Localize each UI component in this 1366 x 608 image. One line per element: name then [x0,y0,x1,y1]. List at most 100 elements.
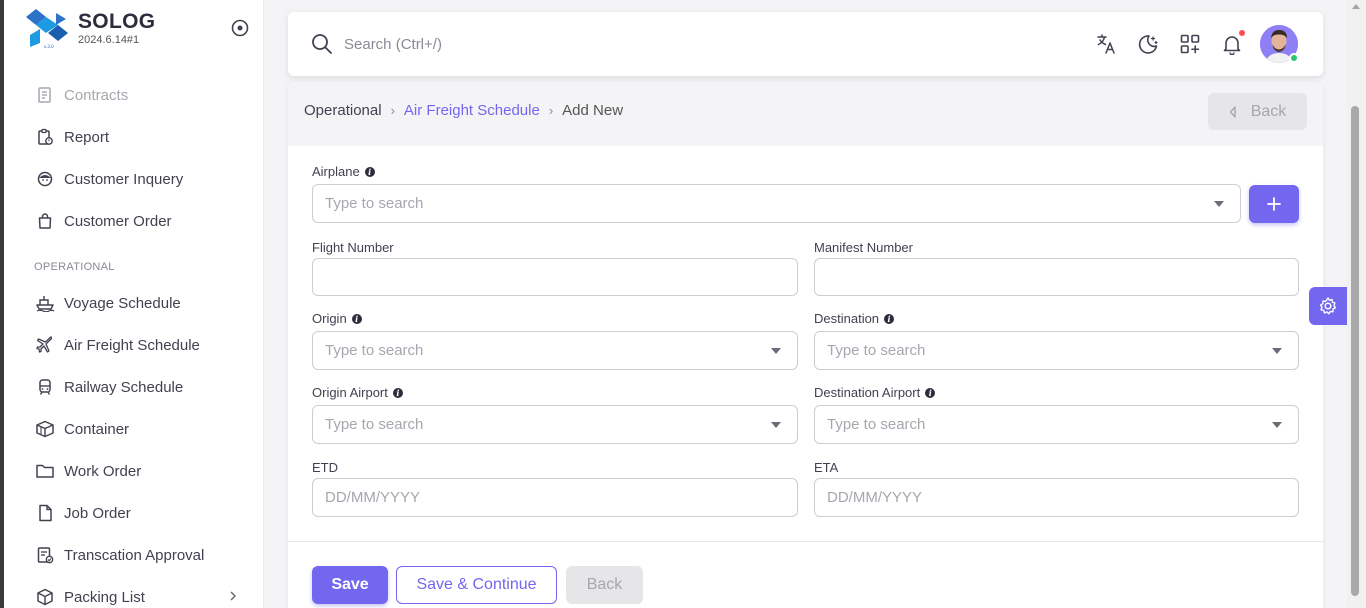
breadcrumb-separator: › [390,103,395,118]
search-icon[interactable] [310,32,334,56]
plus-icon [1267,197,1281,211]
breadcrumb-air-freight-schedule[interactable]: Air Freight Schedule [404,102,540,119]
ship-icon [34,292,56,314]
sidebar-item-label: Job Order [64,504,131,522]
airplane-placeholder: Type to search [325,195,424,212]
sidebar-item-customer-inquery[interactable]: Customer Inquery [34,165,244,193]
contract-icon [34,84,56,106]
sidebar-item-work-order[interactable]: Work Order [34,457,244,485]
notification-badge [1238,29,1246,37]
sidebar-item-label: Packing List [64,588,145,606]
apps-grid-icon[interactable] [1178,32,1202,56]
top-navbar [288,12,1323,76]
save-and-continue-button[interactable]: Save & Continue [396,566,557,604]
flight-number-input[interactable] [312,258,798,296]
gear-icon [1319,297,1337,315]
approval-icon [34,544,56,566]
destination-select[interactable]: Type to search [814,331,1299,370]
sidebar-item-contracts[interactable]: Contracts [34,81,244,109]
origin-airport-placeholder: Type to search [325,416,424,433]
breadcrumb-operational: Operational [304,102,382,119]
sidebar-item-job-order[interactable]: Job Order [34,499,244,527]
destination-airport-placeholder: Type to search [827,416,926,433]
sidebar-item-label: Railway Schedule [64,378,184,396]
eta-date-input[interactable] [814,478,1299,517]
destination-placeholder: Type to search [827,342,926,359]
chevron-right-icon [230,591,237,601]
eta-label: ETA [814,460,839,475]
info-icon[interactable]: i [364,166,375,177]
destination-label: Destination i [814,311,895,326]
sidebar-item-label: Report [64,128,110,146]
package-icon [34,586,56,608]
sidebar-item-transcation-approval[interactable]: Transcation Approval [34,541,244,569]
sidebar-item-air-freight-schedule[interactable]: Air Freight Schedule [34,331,244,359]
form-card: Operational › Air Freight Schedule › Add… [288,82,1323,608]
origin-airport-select[interactable]: Type to search [312,405,798,444]
moon-icon[interactable] [1136,32,1160,56]
caret-down-icon [771,347,781,354]
bell-icon[interactable] [1220,29,1246,56]
destination-label-text: Destination [814,311,880,326]
sidebar-item-container[interactable]: Container [34,415,244,443]
sidebar-item-label: Contracts [64,86,129,104]
train-icon [34,376,56,398]
sidebar-item-voyage-schedule[interactable]: Voyage Schedule [34,289,244,317]
save-button[interactable]: Save [312,566,388,604]
caret-down-icon [1214,200,1224,207]
brand-name: SOLOG [78,10,156,33]
scrollbar-thumb[interactable] [1351,106,1359,596]
destination-airport-select[interactable]: Type to search [814,405,1299,444]
svg-text:v.3.0: v.3.0 [44,44,54,49]
header-back-button[interactable]: Back [1208,93,1307,130]
info-icon[interactable]: i [392,387,403,398]
scroll-up-arrow-icon[interactable] [1352,4,1360,9]
section-heading-operational: OPERATIONAL [34,261,115,273]
search-input[interactable] [344,30,844,58]
origin-label-text: Origin [312,311,347,326]
manifest-number-input[interactable] [814,258,1299,296]
sidebar-item-railway-schedule[interactable]: Railway Schedule [34,373,244,401]
box-icon [34,418,56,440]
plane-icon [34,334,56,356]
breadcrumb: Operational › Air Freight Schedule › Add… [304,102,623,119]
flight-number-label: Flight Number [312,240,394,255]
divider [288,541,1323,542]
sidebar-item-label: Voyage Schedule [64,294,181,312]
add-airplane-button[interactable] [1249,185,1299,223]
airplane-label-text: Airplane [312,164,360,179]
sidebar: v.3.0 SOLOG 2024.6.14#1 Contracts Report… [4,0,264,608]
origin-label: Origin i [312,311,362,326]
translate-icon[interactable] [1094,32,1118,56]
sologlogo-icon: v.3.0 [26,9,68,49]
page-scrollbar[interactable] [1347,0,1366,608]
customizer-toggle[interactable] [1309,287,1347,325]
info-icon[interactable]: i [351,313,362,324]
caret-down-icon [1272,347,1282,354]
sidebar-item-label: Customer Order [64,212,172,230]
sidebar-item-packing-list[interactable]: Packing List [34,583,244,608]
caret-down-icon [771,421,781,428]
origin-select[interactable]: Type to search [312,331,798,370]
sidebar-item-label: Air Freight Schedule [64,336,200,354]
back-button[interactable]: Back [566,566,643,604]
caret-left-icon [1229,105,1236,118]
etd-date-input[interactable] [312,478,798,517]
sidebar-item-customer-order[interactable]: Customer Order [34,207,244,235]
airplane-select[interactable]: Type to search [312,184,1241,223]
airplane-label: Airplane i [312,164,375,179]
info-icon[interactable]: i [925,387,936,398]
breadcrumb-add-new: Add New [562,102,624,119]
header-back-label: Back [1250,102,1287,120]
brand[interactable]: v.3.0 SOLOG 2024.6.14#1 [26,7,256,51]
destination-airport-label-text: Destination Airport [814,385,921,400]
sidebar-toggle-icon[interactable] [230,18,250,38]
info-icon[interactable]: i [884,313,895,324]
manifest-number-label: Manifest Number [814,240,913,255]
online-status-indicator [1289,53,1299,63]
customer-inquiry-icon [34,168,56,190]
destination-airport-label: Destination Airport i [814,385,936,400]
sidebar-item-report[interactable]: Report [34,123,244,151]
origin-placeholder: Type to search [325,342,424,359]
breadcrumb-separator: › [548,103,554,118]
